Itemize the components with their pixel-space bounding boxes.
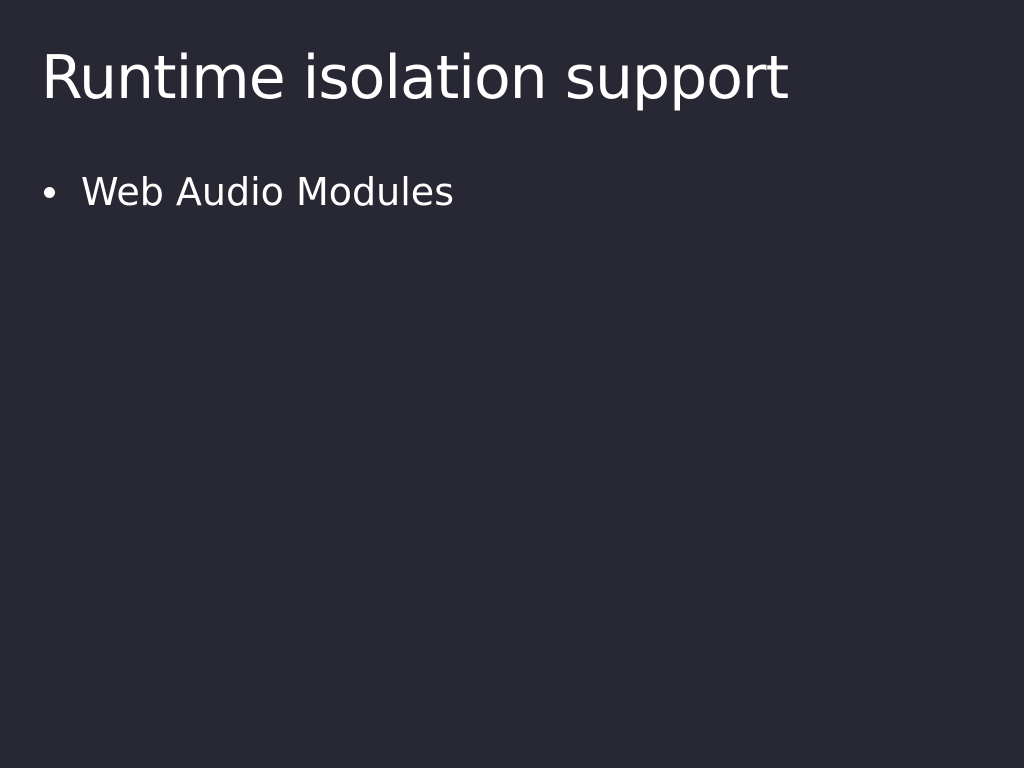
slide-title: Runtime isolation support <box>41 43 789 113</box>
bullet-dot-icon <box>44 186 55 198</box>
slide: Runtime isolation support Web Audio Modu… <box>0 0 1024 768</box>
bullet-text: Web Audio Modules <box>81 170 454 214</box>
bullet-list: Web Audio Modules <box>44 170 454 214</box>
bullet-item: Web Audio Modules <box>44 170 454 214</box>
